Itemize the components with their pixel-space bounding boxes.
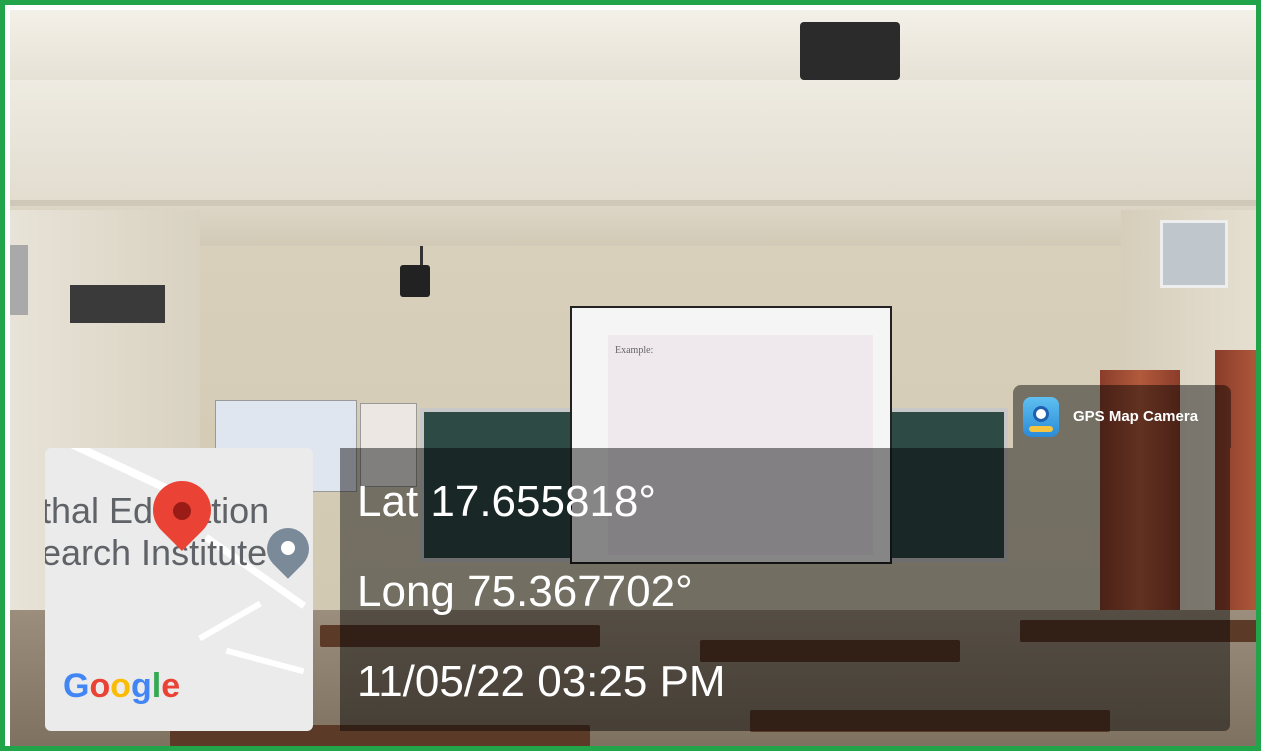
google-logo: Google [63,667,181,705]
map-label: earch Institute [45,532,268,573]
poi-marker-dot [281,541,295,555]
left-window [10,245,28,315]
location-pin-dot [173,502,191,520]
map-road [225,647,305,675]
slide-title: Example: [615,345,654,356]
latitude-text: Lat 17.655818° [357,477,656,526]
projector [800,22,900,80]
ceiling [10,10,1256,80]
app-name: GPS Map Camera [1073,408,1199,425]
map-road [49,448,171,494]
speaker [400,265,430,297]
gps-app-badge: GPS Map Camera [1013,385,1231,448]
map-road [198,600,262,642]
datetime-text: 11/05/22 03:25 PM [357,657,726,706]
right-window [1160,220,1228,288]
gps-map-camera-icon [1023,396,1059,437]
ceiling-beam [10,80,1256,206]
air-conditioner [70,285,165,323]
map-thumbnail: thal Education earch Institute Google [45,448,313,731]
photo-frame: Example: GPS Map Camera Lat 17.655818° L… [0,0,1261,751]
longitude-text: Long 75.367702° [357,567,693,616]
